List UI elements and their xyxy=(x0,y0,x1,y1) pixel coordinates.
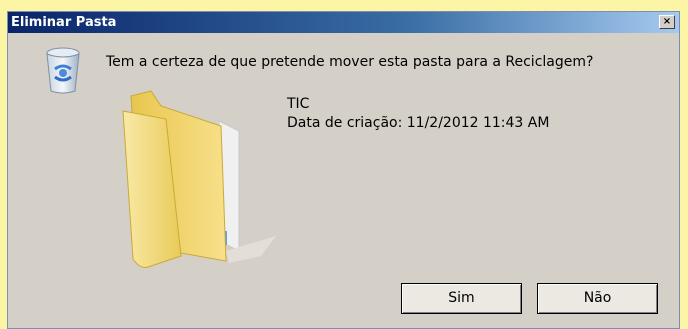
no-button[interactable]: Não xyxy=(537,283,658,314)
dialog-body: Tem a certeza de que pretende mover esta… xyxy=(8,33,679,328)
yes-button[interactable]: Sim xyxy=(401,283,522,314)
dialog-title: Eliminar Pasta xyxy=(11,15,117,30)
folder-icon xyxy=(122,90,276,268)
close-button[interactable]: × xyxy=(659,15,675,29)
confirm-question: Tem a certeza de que pretende mover esta… xyxy=(106,54,594,70)
close-icon: × xyxy=(662,16,672,27)
item-creation-date: Data de criação: 11/2/2012 11:43 AM xyxy=(287,115,550,131)
recycle-bin-icon xyxy=(46,47,80,94)
item-name: TIC xyxy=(287,96,310,112)
confirm-delete-dialog: Eliminar Pasta × Tem a certeza de que pr… xyxy=(7,11,680,329)
title-bar[interactable]: Eliminar Pasta × xyxy=(8,12,679,33)
